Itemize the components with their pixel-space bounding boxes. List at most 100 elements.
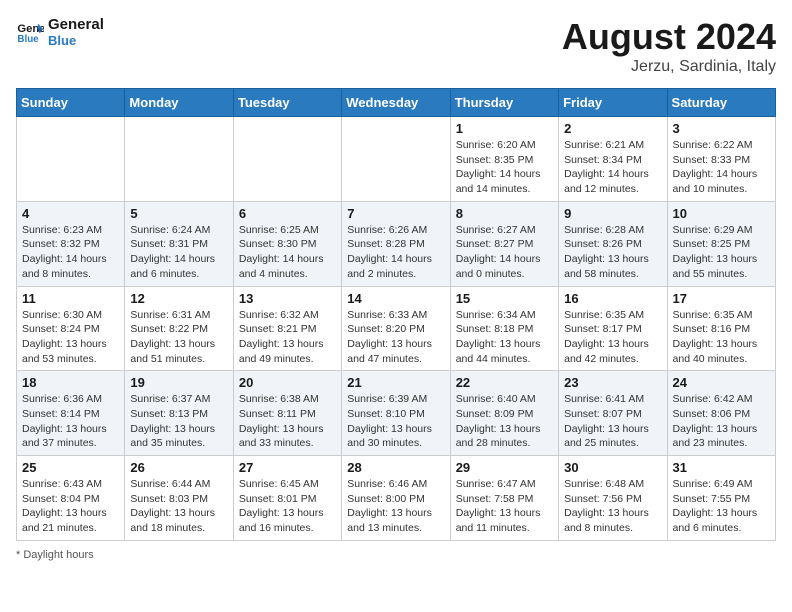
calendar-cell: 22 Sunrise: 6:40 AM Sunset: 8:09 PM Dayli… <box>450 371 558 456</box>
calendar-day-header: Tuesday <box>233 89 341 117</box>
title-block: August 2024 Jerzu, Sardinia, Italy <box>562 16 776 76</box>
day-number: 11 <box>22 291 119 306</box>
calendar-cell: 23Sunrise: 6:41 AM Sunset: 8:07 PM Dayli… <box>559 371 667 456</box>
calendar-cell: 18 Sunrise: 6:36 AM Sunset: 8:14 PM Dayli… <box>17 371 125 456</box>
calendar-cell: 6 Sunrise: 6:25 AM Sunset: 8:30 PM Daylig… <box>233 201 341 286</box>
calendar-day-header: Thursday <box>450 89 558 117</box>
day-number: 21 <box>347 375 444 390</box>
day-number: 4 <box>22 206 119 221</box>
day-detail: Sunrise: 6:43 AM Sunset: 8:04 PM Dayligh… <box>22 477 119 536</box>
calendar-cell: 11 Sunrise: 6:30 AM Sunset: 8:24 PM Dayli… <box>17 286 125 371</box>
calendar-cell: 10Sunrise: 6:29 AM Sunset: 8:25 PM Dayli… <box>667 201 775 286</box>
day-detail: Sunrise: 6:46 AM Sunset: 8:00 PM Dayligh… <box>347 477 444 536</box>
day-number: 28 <box>347 460 444 475</box>
day-detail: Sunrise: 6:33 AM Sunset: 8:20 PM Dayligh… <box>347 308 444 367</box>
day-detail: Sunrise: 6:28 AM Sunset: 8:26 PM Dayligh… <box>564 223 661 282</box>
day-number: 8 <box>456 206 553 221</box>
logo-line1: General <box>48 16 104 33</box>
calendar-day-header: Saturday <box>667 89 775 117</box>
day-number: 22 <box>456 375 553 390</box>
svg-text:Blue: Blue <box>17 34 39 45</box>
page-header: General Blue General Blue August 2024 Je… <box>16 16 776 76</box>
day-detail: Sunrise: 6:39 AM Sunset: 8:10 PM Dayligh… <box>347 392 444 451</box>
day-number: 6 <box>239 206 336 221</box>
day-number: 3 <box>673 121 770 136</box>
day-detail: Sunrise: 6:37 AM Sunset: 8:13 PM Dayligh… <box>130 392 227 451</box>
day-detail: Sunrise: 6:35 AM Sunset: 8:16 PM Dayligh… <box>673 308 770 367</box>
daylight-note: Daylight hours <box>23 549 93 561</box>
calendar-cell: 17Sunrise: 6:35 AM Sunset: 8:16 PM Dayli… <box>667 286 775 371</box>
footer-note: * Daylight hours <box>16 549 776 561</box>
calendar-cell: 9Sunrise: 6:28 AM Sunset: 8:26 PM Daylig… <box>559 201 667 286</box>
calendar-cell: 13Sunrise: 6:32 AM Sunset: 8:21 PM Dayli… <box>233 286 341 371</box>
day-detail: Sunrise: 6:30 AM Sunset: 8:24 PM Dayligh… <box>22 308 119 367</box>
day-number: 18 <box>22 375 119 390</box>
calendar-cell: 21 Sunrise: 6:39 AM Sunset: 8:10 PM Dayli… <box>342 371 450 456</box>
calendar-week-row: 1 Sunrise: 6:20 AM Sunset: 8:35 PM Daylig… <box>17 117 776 202</box>
calendar-cell: 20Sunrise: 6:38 AM Sunset: 8:11 PM Dayli… <box>233 371 341 456</box>
location: Jerzu, Sardinia, Italy <box>562 58 776 76</box>
calendar-cell: 24 Sunrise: 6:42 AM Sunset: 8:06 PM Dayli… <box>667 371 775 456</box>
day-number: 2 <box>564 121 661 136</box>
calendar-cell: 19 Sunrise: 6:37 AM Sunset: 8:13 PM Dayli… <box>125 371 233 456</box>
calendar-cell: 28 Sunrise: 6:46 AM Sunset: 8:00 PM Dayli… <box>342 456 450 541</box>
day-detail: Sunrise: 6:20 AM Sunset: 8:35 PM Dayligh… <box>456 138 553 197</box>
calendar-cell: 8 Sunrise: 6:27 AM Sunset: 8:27 PM Daylig… <box>450 201 558 286</box>
day-number: 25 <box>22 460 119 475</box>
day-number: 26 <box>130 460 227 475</box>
calendar-week-row: 25 Sunrise: 6:43 AM Sunset: 8:04 PM Dayli… <box>17 456 776 541</box>
calendar-week-row: 4Sunrise: 6:23 AM Sunset: 8:32 PM Daylig… <box>17 201 776 286</box>
day-detail: Sunrise: 6:47 AM Sunset: 7:58 PM Dayligh… <box>456 477 553 536</box>
calendar-day-header: Friday <box>559 89 667 117</box>
day-detail: Sunrise: 6:48 AM Sunset: 7:56 PM Dayligh… <box>564 477 661 536</box>
day-detail: Sunrise: 6:34 AM Sunset: 8:18 PM Dayligh… <box>456 308 553 367</box>
day-detail: Sunrise: 6:24 AM Sunset: 8:31 PM Dayligh… <box>130 223 227 282</box>
calendar-cell: 14 Sunrise: 6:33 AM Sunset: 8:20 PM Dayli… <box>342 286 450 371</box>
calendar-cell: 26Sunrise: 6:44 AM Sunset: 8:03 PM Dayli… <box>125 456 233 541</box>
calendar-day-header: Sunday <box>17 89 125 117</box>
calendar-week-row: 11 Sunrise: 6:30 AM Sunset: 8:24 PM Dayli… <box>17 286 776 371</box>
calendar-cell <box>17 117 125 202</box>
day-detail: Sunrise: 6:36 AM Sunset: 8:14 PM Dayligh… <box>22 392 119 451</box>
day-detail: Sunrise: 6:38 AM Sunset: 8:11 PM Dayligh… <box>239 392 336 451</box>
day-detail: Sunrise: 6:45 AM Sunset: 8:01 PM Dayligh… <box>239 477 336 536</box>
day-number: 13 <box>239 291 336 306</box>
calendar-cell <box>233 117 341 202</box>
day-detail: Sunrise: 6:42 AM Sunset: 8:06 PM Dayligh… <box>673 392 770 451</box>
calendar-cell: 3 Sunrise: 6:22 AM Sunset: 8:33 PM Daylig… <box>667 117 775 202</box>
calendar-cell: 5 Sunrise: 6:24 AM Sunset: 8:31 PM Daylig… <box>125 201 233 286</box>
day-number: 19 <box>130 375 227 390</box>
day-detail: Sunrise: 6:22 AM Sunset: 8:33 PM Dayligh… <box>673 138 770 197</box>
calendar-cell <box>125 117 233 202</box>
calendar-cell: 12 Sunrise: 6:31 AM Sunset: 8:22 PM Dayli… <box>125 286 233 371</box>
calendar-cell <box>342 117 450 202</box>
day-number: 24 <box>673 375 770 390</box>
day-detail: Sunrise: 6:25 AM Sunset: 8:30 PM Dayligh… <box>239 223 336 282</box>
day-number: 31 <box>673 460 770 475</box>
calendar-day-header: Monday <box>125 89 233 117</box>
day-number: 15 <box>456 291 553 306</box>
calendar-cell: 16Sunrise: 6:35 AM Sunset: 8:17 PM Dayli… <box>559 286 667 371</box>
day-number: 12 <box>130 291 227 306</box>
calendar-table: SundayMondayTuesdayWednesdayThursdayFrid… <box>16 88 776 541</box>
logo-icon: General Blue <box>16 18 44 46</box>
day-number: 23 <box>564 375 661 390</box>
day-detail: Sunrise: 6:40 AM Sunset: 8:09 PM Dayligh… <box>456 392 553 451</box>
day-number: 16 <box>564 291 661 306</box>
logo: General Blue General Blue <box>16 16 104 48</box>
day-detail: Sunrise: 6:49 AM Sunset: 7:55 PM Dayligh… <box>673 477 770 536</box>
calendar-cell: 7Sunrise: 6:26 AM Sunset: 8:28 PM Daylig… <box>342 201 450 286</box>
calendar-week-row: 18 Sunrise: 6:36 AM Sunset: 8:14 PM Dayli… <box>17 371 776 456</box>
day-detail: Sunrise: 6:31 AM Sunset: 8:22 PM Dayligh… <box>130 308 227 367</box>
day-number: 14 <box>347 291 444 306</box>
month-title: August 2024 <box>562 16 776 58</box>
day-detail: Sunrise: 6:27 AM Sunset: 8:27 PM Dayligh… <box>456 223 553 282</box>
day-number: 1 <box>456 121 553 136</box>
calendar-cell: 25 Sunrise: 6:43 AM Sunset: 8:04 PM Dayli… <box>17 456 125 541</box>
day-number: 30 <box>564 460 661 475</box>
calendar-cell: 4Sunrise: 6:23 AM Sunset: 8:32 PM Daylig… <box>17 201 125 286</box>
calendar-cell: 30 Sunrise: 6:48 AM Sunset: 7:56 PM Dayli… <box>559 456 667 541</box>
logo-line2: Blue <box>48 33 104 48</box>
day-number: 5 <box>130 206 227 221</box>
calendar-cell: 29Sunrise: 6:47 AM Sunset: 7:58 PM Dayli… <box>450 456 558 541</box>
